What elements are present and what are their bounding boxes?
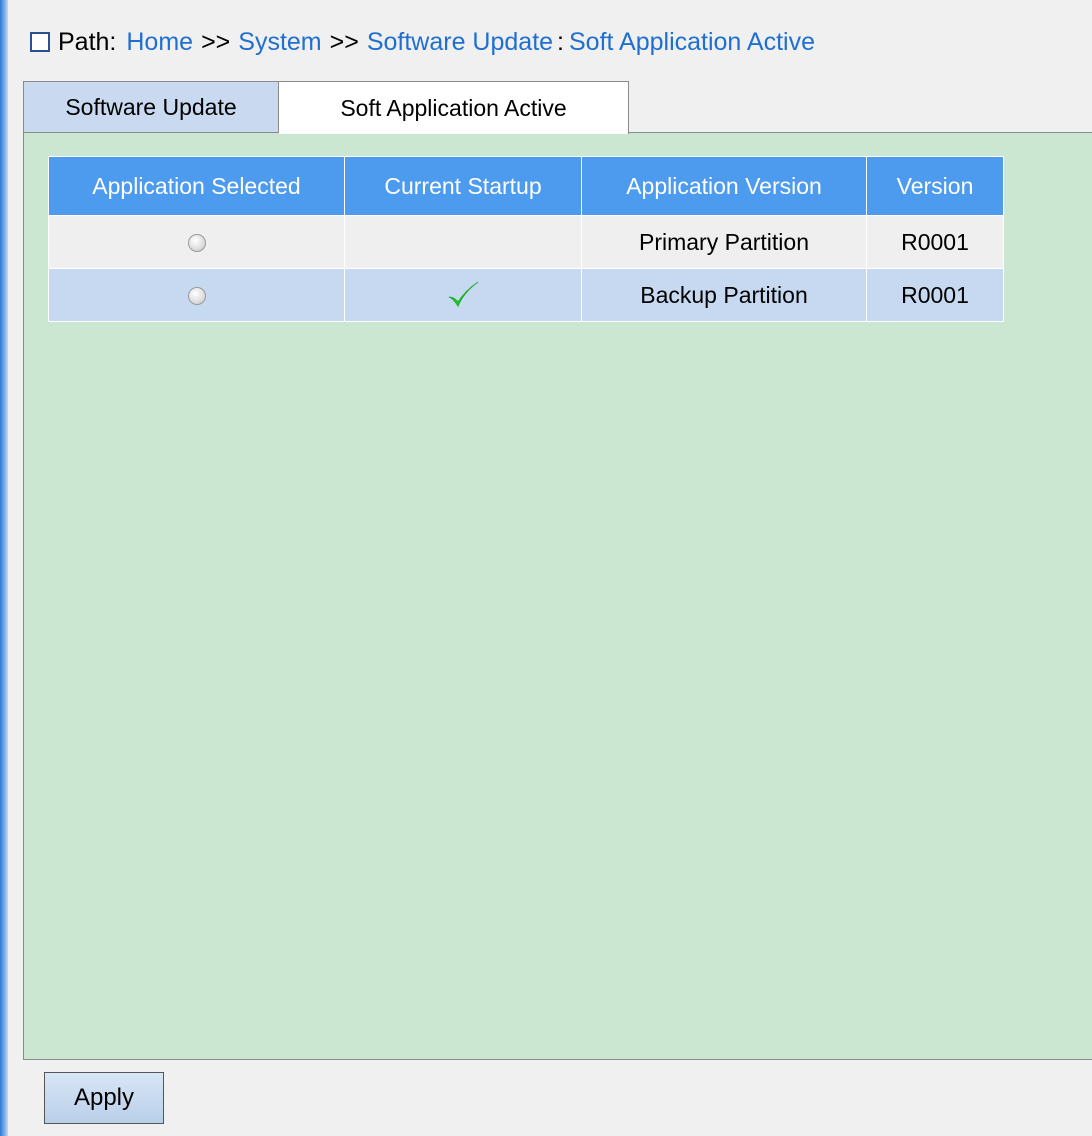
apply-button[interactable]: Apply [44,1072,164,1124]
header-version: Version [866,156,1004,216]
breadcrumb-separator: >> [329,27,359,56]
select-primary-radio[interactable] [187,234,206,253]
window-icon [30,32,50,52]
breadcrumb-system-link[interactable]: System [238,28,321,57]
select-backup-radio[interactable] [187,287,206,306]
current-startup-cell [344,268,582,322]
header-application-selected: Application Selected [48,156,345,216]
breadcrumb-colon: : [557,27,564,56]
table-row: Primary Partition R0001 [48,215,1004,269]
header-application-version: Application Version [581,156,867,216]
left-edge-strip [0,0,8,1136]
application-selected-cell [48,215,345,269]
tab-bar: Software Update Soft Application Active [23,81,629,134]
content-panel: Application Selected Current Startup App… [23,132,1092,1060]
breadcrumb-software-update-link[interactable]: Software Update [367,28,553,57]
current-startup-cell [344,215,582,269]
application-version-cell: Backup Partition [581,268,867,322]
breadcrumb-separator: >> [201,27,231,56]
tab-soft-application-active[interactable]: Soft Application Active [279,81,629,134]
application-table: Application Selected Current Startup App… [48,156,1004,322]
checkmark-icon [448,281,479,308]
table-row: Backup Partition R0001 [48,268,1004,322]
version-cell: R0001 [866,268,1004,322]
breadcrumb-current-page[interactable]: Soft Application Active [569,28,815,57]
breadcrumb: Path: Home >> System >> Software Update … [30,22,815,62]
application-version-cell: Primary Partition [581,215,867,269]
tab-software-update[interactable]: Software Update [23,81,279,133]
version-cell: R0001 [866,215,1004,269]
breadcrumb-label: Path: [58,27,117,56]
application-selected-cell [48,268,345,322]
header-current-startup: Current Startup [344,156,582,216]
table-header-row: Application Selected Current Startup App… [48,156,1004,216]
breadcrumb-home-link[interactable]: Home [126,28,193,57]
